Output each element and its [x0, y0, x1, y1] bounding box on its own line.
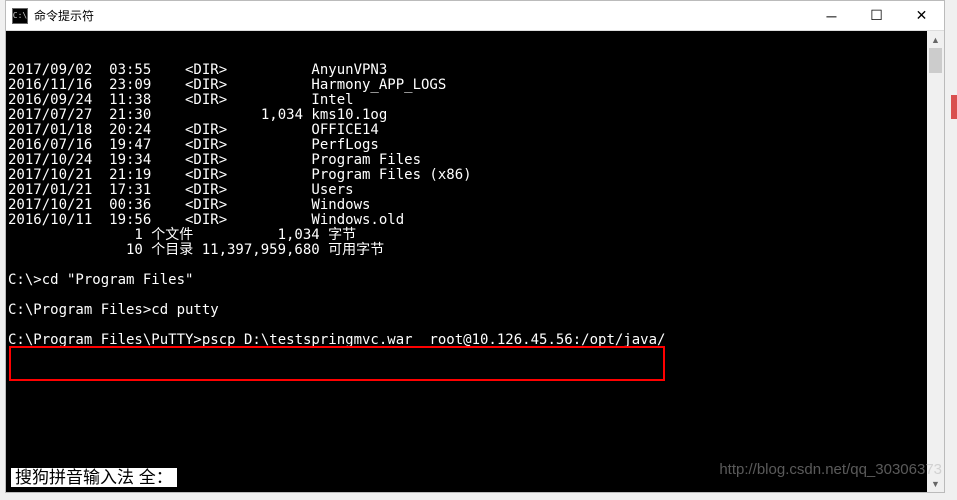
scrollbar-track[interactable]	[927, 48, 944, 475]
terminal-line: 2017/10/21 21:19 <DIR> Program Files (x8…	[8, 168, 944, 183]
terminal-line: C:\Program Files>cd putty	[8, 303, 944, 318]
highlight-annotation	[9, 346, 665, 381]
terminal-content: 2017/09/02 03:55 <DIR> AnyunVPN32016/11/…	[8, 63, 944, 348]
close-button[interactable]: ✕	[899, 1, 944, 30]
terminal-line: 2017/09/02 03:55 <DIR> AnyunVPN3	[8, 63, 944, 78]
window-title: 命令提示符	[34, 7, 809, 24]
terminal-line: 2016/11/16 23:09 <DIR> Harmony_APP_LOGS	[8, 78, 944, 93]
titlebar[interactable]: C:\ 命令提示符 ─ ☐ ✕	[6, 1, 944, 31]
terminal-line	[8, 258, 944, 273]
terminal-line: C:\Program Files\PuTTY>pscp D:\testsprin…	[8, 333, 944, 348]
ime-status: 搜狗拼音输入法 全：	[11, 468, 177, 487]
scrollbar-thumb[interactable]	[929, 48, 942, 73]
terminal-line	[8, 318, 944, 333]
scroll-down-arrow[interactable]: ▼	[927, 475, 944, 492]
terminal-line: 2017/01/18 20:24 <DIR> OFFICE14	[8, 123, 944, 138]
terminal-line: 2016/10/11 19:56 <DIR> Windows.old	[8, 213, 944, 228]
minimize-button[interactable]: ─	[809, 1, 854, 30]
terminal-area[interactable]: 2017/09/02 03:55 <DIR> AnyunVPN32016/11/…	[6, 31, 944, 492]
cmd-icon: C:\	[12, 8, 28, 24]
terminal-line: 1 个文件 1,034 字节	[8, 228, 944, 243]
maximize-button[interactable]: ☐	[854, 1, 899, 30]
terminal-line	[8, 288, 944, 303]
terminal-line: 10 个目录 11,397,959,680 可用字节	[8, 243, 944, 258]
terminal-line: 2016/07/16 19:47 <DIR> PerfLogs	[8, 138, 944, 153]
terminal-line: 2017/01/21 17:31 <DIR> Users	[8, 183, 944, 198]
terminal-line: 2017/10/24 19:34 <DIR> Program Files	[8, 153, 944, 168]
terminal-line: 2016/09/24 11:38 <DIR> Intel	[8, 93, 944, 108]
side-decoration	[951, 95, 957, 119]
terminal-line: C:\>cd "Program Files"	[8, 273, 944, 288]
vertical-scrollbar[interactable]: ▲ ▼	[927, 31, 944, 492]
window-controls: ─ ☐ ✕	[809, 1, 944, 30]
cmd-window: C:\ 命令提示符 ─ ☐ ✕ 2017/09/02 03:55 <DIR> A…	[5, 0, 945, 493]
terminal-line: 2017/07/27 21:30 1,034 kms10.1og	[8, 108, 944, 123]
terminal-line: 2017/10/21 00:36 <DIR> Windows	[8, 198, 944, 213]
scroll-up-arrow[interactable]: ▲	[927, 31, 944, 48]
